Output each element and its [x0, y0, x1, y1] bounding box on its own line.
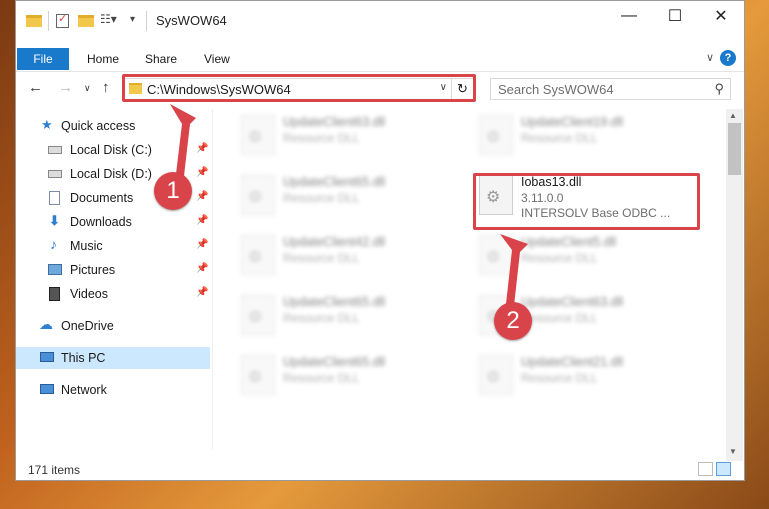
step-badge-1: 1 — [154, 172, 192, 210]
arrow-2 — [500, 234, 528, 306]
annotation-arrows — [170, 104, 528, 306]
arrow-1 — [170, 104, 196, 176]
step-badge-2: 2 — [494, 302, 532, 340]
